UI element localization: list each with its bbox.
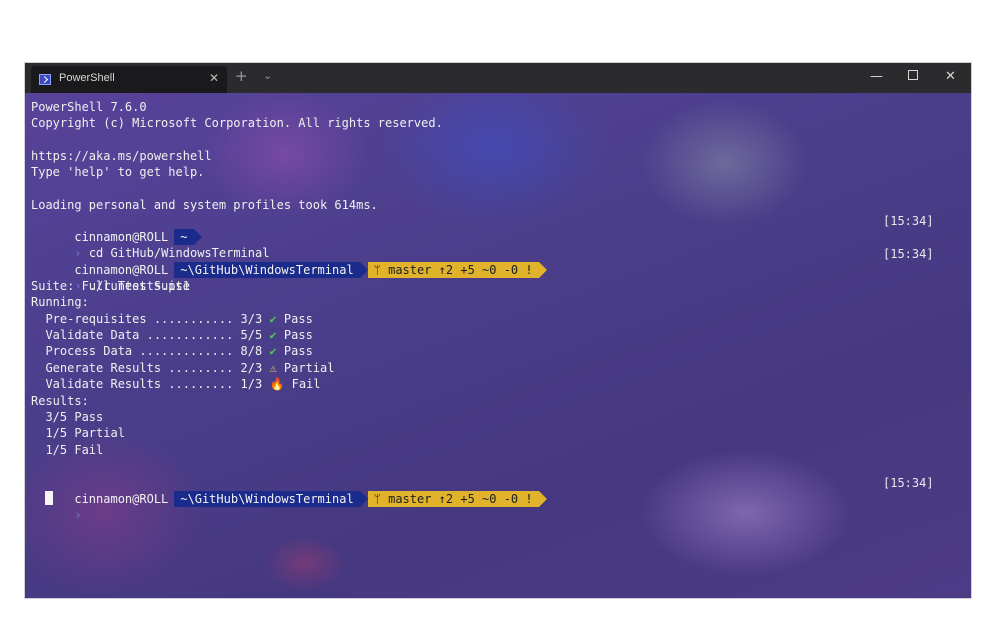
new-tab-button[interactable]: + xyxy=(235,67,248,85)
output-line: Copyright (c) Microsoft Corporation. All… xyxy=(31,116,443,130)
result-text: 3/5 Pass xyxy=(45,410,104,424)
test-row: Process Data ............. 8/8 ✔ Pass xyxy=(31,343,313,359)
command-line: › ./runtests.ps1 xyxy=(31,262,190,293)
git-status: ᛘ master ↑2 +5 ~0 -0 ! xyxy=(367,491,547,507)
maximize-button[interactable] xyxy=(908,69,918,84)
prompt-path: ~\GitHub\WindowsTerminal xyxy=(174,491,369,507)
test-status: Fail xyxy=(291,377,321,391)
output-line: Running: xyxy=(31,295,89,309)
powershell-icon xyxy=(39,74,51,85)
output-line: Suite: Full Test Suite xyxy=(31,279,190,293)
command-line: › xyxy=(31,491,81,522)
prompt-line: cinnamon@ROLL ~\GitHub\WindowsTerminal ᛘ m… xyxy=(31,246,547,278)
test-label: Generate Results ......... 2/3 xyxy=(45,361,263,375)
result-text: 1/5 Fail xyxy=(45,443,104,457)
fire-icon: 🔥 xyxy=(269,377,285,391)
maximize-icon xyxy=(908,70,918,80)
test-status: Pass xyxy=(283,312,313,326)
terminal-output[interactable]: PowerShell 7.6.0 Copyright (c) Microsoft… xyxy=(25,93,971,598)
test-status: Pass xyxy=(283,328,313,342)
tab-close-icon[interactable]: ✕ xyxy=(209,71,219,85)
prompt-line: cinnamon@ROLL ~ xyxy=(31,213,202,245)
chevron-down-icon[interactable]: ⌄ xyxy=(263,69,272,82)
tab-powershell[interactable]: PowerShell ✕ xyxy=(31,66,227,93)
minimize-button[interactable]: — xyxy=(870,69,883,84)
result-row: 1/5 Fail xyxy=(31,442,103,458)
text-cursor[interactable] xyxy=(45,491,53,505)
test-label: Process Data ............. 8/8 xyxy=(45,344,263,358)
test-row: Validate Data ............ 5/5 ✔ Pass xyxy=(31,327,313,343)
prompt-time: [15:34] xyxy=(883,247,934,261)
output-line: PowerShell 7.6.0 xyxy=(31,100,147,114)
prompt-chevron-icon: › xyxy=(74,508,82,522)
tab-title: PowerShell xyxy=(59,72,115,84)
test-row: Generate Results ......... 2/3 ⚠ Partial xyxy=(31,360,334,376)
close-window-button[interactable]: ✕ xyxy=(945,69,956,84)
terminal-window: PowerShell ✕ + ⌄ — ✕ PowerShell 7.6.0 Co… xyxy=(25,63,971,598)
title-bar: PowerShell ✕ + ⌄ — ✕ xyxy=(25,63,971,93)
output-line: Loading personal and system profiles too… xyxy=(31,198,378,212)
prompt-time: [15:34] xyxy=(883,214,934,228)
prompt-path: ~\GitHub\WindowsTerminal xyxy=(174,262,369,278)
command-line: › cd GitHub/WindowsTerminal xyxy=(31,229,269,260)
test-row: Validate Results ......... 1/3 🔥 Fail xyxy=(31,376,321,392)
prompt-user: cinnamon@ROLL xyxy=(74,492,169,506)
test-status: Partial xyxy=(283,361,335,375)
test-status: Pass xyxy=(283,344,313,358)
output-line: https://aka.ms/powershell xyxy=(31,149,212,163)
check-icon: ✔ xyxy=(269,344,277,358)
result-text: 1/5 Partial xyxy=(45,426,125,440)
test-label: Pre-requisites ........... 3/3 xyxy=(45,312,263,326)
prompt-time: [15:34] xyxy=(883,476,934,490)
test-label: Validate Results ......... 1/3 xyxy=(45,377,263,391)
result-row: 3/5 Pass xyxy=(31,409,103,425)
output-line: Results: xyxy=(31,394,89,408)
output-line: Type 'help' to get help. xyxy=(31,165,205,179)
check-icon: ✔ xyxy=(269,328,277,342)
test-label: Validate Data ............ 5/5 xyxy=(45,328,263,342)
warning-icon: ⚠ xyxy=(269,361,277,375)
test-row: Pre-requisites ........... 3/3 ✔ Pass xyxy=(31,311,313,327)
git-status: ᛘ master ↑2 +5 ~0 -0 ! xyxy=(367,262,547,278)
result-row: 1/5 Partial xyxy=(31,425,125,441)
prompt-line: cinnamon@ROLL ~\GitHub\WindowsTerminal ᛘ m… xyxy=(31,475,547,507)
check-icon: ✔ xyxy=(269,312,277,326)
